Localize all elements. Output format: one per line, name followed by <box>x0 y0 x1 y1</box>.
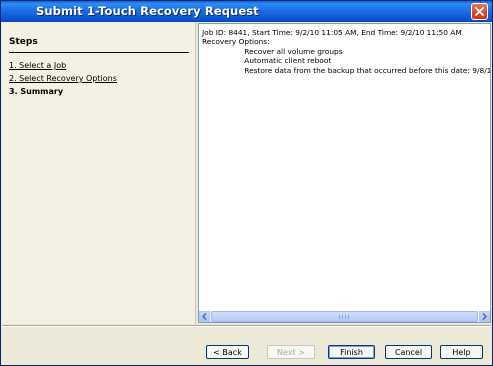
help-button[interactable]: Help <box>440 345 483 359</box>
close-button[interactable] <box>471 3 488 20</box>
next-button[interactable]: Next > <box>267 345 315 359</box>
recovery-dialog: Submit 1-Touch Recovery Request Steps 1.… <box>0 0 493 366</box>
summary-content: Job ID: 8441, Start Time: 9/2/10 11:05 A… <box>202 28 491 75</box>
arrow-right-icon <box>482 313 487 320</box>
summary-line-restore-date: Restore data from the backup that occurr… <box>202 65 491 75</box>
step-summary: 3. Summary <box>9 87 64 96</box>
scroll-left-button[interactable] <box>199 311 210 322</box>
scroll-right-button[interactable] <box>479 311 490 322</box>
horizontal-scrollbar[interactable] <box>199 311 490 322</box>
summary-line-options-heading: Recovery Options: <box>202 37 270 47</box>
back-button[interactable]: < Back <box>206 345 249 359</box>
close-icon <box>475 7 484 16</box>
title-bar[interactable]: Submit 1-Touch Recovery Request <box>1 1 492 22</box>
step-select-recovery-options[interactable]: 2. Select Recovery Options <box>9 74 117 83</box>
steps-heading: Steps <box>9 37 38 47</box>
summary-line-job: Job ID: 8441, Start Time: 9/2/10 11:05 A… <box>202 28 462 37</box>
scrollbar-thumb[interactable] <box>211 311 478 322</box>
arrow-left-icon <box>202 313 207 320</box>
step-select-job[interactable]: 1. Select a Job <box>9 61 66 70</box>
cancel-button[interactable]: Cancel <box>385 345 432 359</box>
steps-divider <box>9 52 189 53</box>
dialog-title: Submit 1-Touch Recovery Request <box>36 4 259 18</box>
steps-panel: Steps 1. Select a Job 2. Select Recovery… <box>2 22 196 324</box>
thumb-grip <box>339 315 351 319</box>
summary-text-area[interactable]: Job ID: 8441, Start Time: 9/2/10 11:05 A… <box>198 23 491 323</box>
finish-button[interactable]: Finish <box>328 345 375 359</box>
summary-line-volume-groups: Recover all volume groups <box>202 46 343 56</box>
footer-divider-highlight <box>2 326 491 327</box>
summary-line-reboot: Automatic client reboot <box>202 56 332 66</box>
